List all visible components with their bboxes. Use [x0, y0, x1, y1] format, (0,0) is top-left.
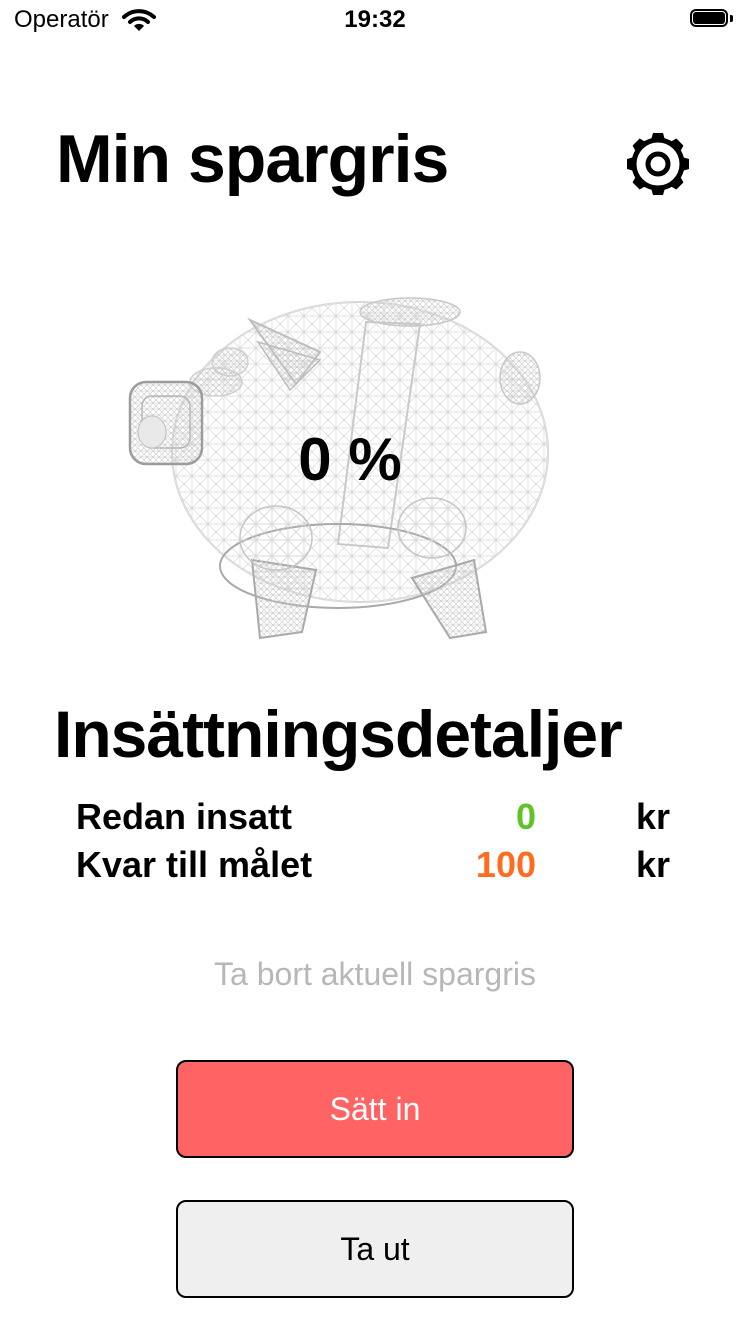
remaining-label: Kvar till målet — [76, 844, 313, 885]
clock: 19:32 — [344, 6, 406, 33]
deposited-label: Redan insatt — [76, 796, 293, 837]
deposited-row: Redan insatt 0 kr — [76, 796, 686, 844]
status-bar: Operatör 19:32 — [0, 0, 750, 42]
remaining-value: 100 — [475, 844, 536, 885]
remove-piggy-bank-link[interactable]: Ta bort aktuell spargris — [0, 956, 750, 993]
details-title: Insättningsdetaljer — [54, 697, 623, 771]
page-title: Min spargris — [56, 121, 449, 197]
gear-icon[interactable] — [624, 130, 692, 198]
withdraw-button[interactable]: Ta ut — [176, 1200, 574, 1298]
remaining-row: Kvar till målet 100 kr — [76, 844, 686, 892]
battery-icon — [690, 9, 734, 29]
deposited-unit: kr — [636, 796, 671, 837]
progress-percent: 0 % — [298, 426, 402, 493]
deposited-value: 0 — [515, 796, 536, 837]
deposit-button[interactable]: Sätt in — [176, 1060, 574, 1158]
remaining-unit: kr — [636, 844, 671, 885]
